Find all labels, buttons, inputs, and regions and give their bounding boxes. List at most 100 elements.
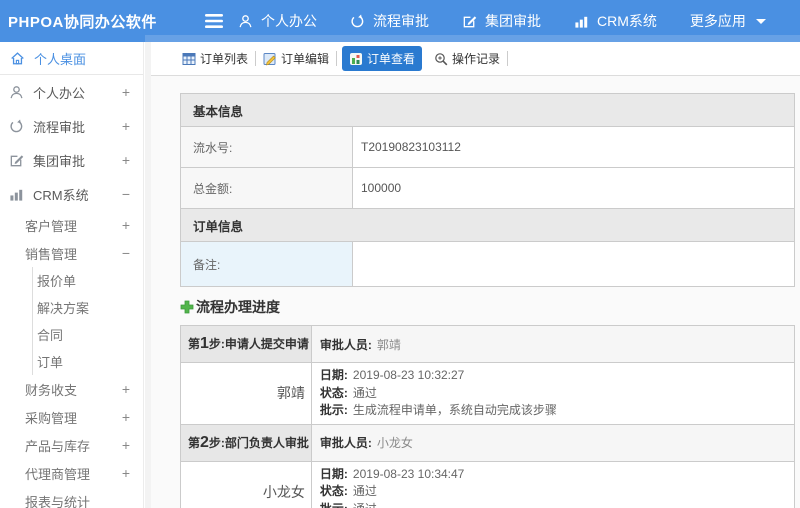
sidebar-item-purchase[interactable]: 采购管理 + bbox=[0, 403, 143, 431]
sidebar-item-customer-mgmt[interactable]: 客户管理 + bbox=[0, 211, 143, 239]
comment-value: 生成流程申请单，系统自动完成该步骤 bbox=[352, 403, 557, 417]
date-line: 日期: 2019-08-23 10:32:27 bbox=[320, 367, 786, 385]
table-row: 总金额: 100000 bbox=[180, 167, 795, 209]
nav-personal-office[interactable]: 个人办公 bbox=[238, 11, 317, 31]
comment-value: 通过 bbox=[353, 502, 377, 508]
tab-label: 操作记录 bbox=[452, 52, 501, 66]
status-label: 状态: bbox=[319, 484, 348, 498]
sidebar-item-order[interactable]: 订单 bbox=[33, 348, 143, 375]
sidebar-item-label: 流程审批 bbox=[33, 119, 86, 135]
sidebar: 个人桌面 个人办公 + 流程审批 + 集团审批 + CRM系统 − 客户管理 +… bbox=[0, 42, 144, 508]
top-bar: PHPOA协同办公软件 个人办公 流程审批 集团审批 CRM系统 更多应用 bbox=[0, 0, 800, 42]
sidebar-item-quotation[interactable]: 报价单 bbox=[33, 267, 143, 294]
nav-label: 更多应用 bbox=[689, 13, 746, 29]
comment-line: 批示: 通过 bbox=[320, 501, 786, 508]
sidebar-item-solution[interactable]: 解决方案 bbox=[33, 294, 143, 321]
total-amount-value: 100000 bbox=[352, 167, 795, 209]
expand-plus-icon[interactable]: + bbox=[122, 118, 130, 134]
sidebar-item-agent-mgmt[interactable]: 代理商管理 + bbox=[0, 459, 143, 487]
green-plus-icon bbox=[180, 300, 194, 314]
sidebar-item-workflow-approval[interactable]: 流程审批 + bbox=[0, 109, 143, 143]
expand-plus-icon[interactable]: + bbox=[122, 409, 130, 425]
step-1-title: 第1步:申请人提交申请 bbox=[180, 325, 312, 363]
magnifier-plus-icon bbox=[434, 52, 448, 66]
expand-plus-icon[interactable]: + bbox=[122, 84, 130, 100]
collapse-minus-icon[interactable]: − bbox=[122, 245, 130, 261]
nav-label: 个人办公 bbox=[261, 13, 317, 29]
status-value: 通过 bbox=[352, 385, 377, 400]
date-value: 2019-08-23 10:34:47 bbox=[352, 466, 465, 481]
sidebar-item-label: 个人桌面 bbox=[34, 51, 87, 67]
section-header-order-info: 订单信息 bbox=[180, 208, 795, 242]
tab-operation-log[interactable]: 操作记录 bbox=[427, 46, 507, 71]
comment-line: 批示: 生成流程申请单，系统自动完成该步骤 bbox=[320, 402, 786, 420]
main-area: 订单列表 订单编辑 订单查看 操作记录 基本信息 流水号: T201908231… bbox=[151, 42, 800, 508]
bar-chart-icon bbox=[574, 14, 589, 29]
expand-plus-icon[interactable]: + bbox=[122, 152, 130, 168]
tab-separator bbox=[507, 51, 509, 66]
sidebar-item-contract[interactable]: 合同 bbox=[33, 321, 143, 348]
nav-more-apps[interactable]: 更多应用 bbox=[690, 11, 766, 31]
edit-icon bbox=[9, 153, 24, 168]
sidebar-item-label: 代理商管理 bbox=[25, 466, 91, 482]
person-icon bbox=[238, 14, 253, 29]
sidebar-item-label: 财务收支 bbox=[25, 382, 78, 398]
expand-plus-icon[interactable]: + bbox=[122, 217, 130, 233]
sidebar-item-personal-office[interactable]: 个人办公 + bbox=[0, 75, 143, 109]
workflow-progress-table: 第1步:申请人提交申请 审批人员: 郭靖 郭靖 日期: 2019-08-23 10:… bbox=[180, 325, 796, 508]
date-label: 日期: bbox=[319, 466, 348, 481]
sidebar-item-group-approval[interactable]: 集团审批 + bbox=[0, 143, 143, 177]
step-1-approver-cell: 审批人员: 郭靖 bbox=[310, 325, 796, 363]
table-list-icon bbox=[182, 52, 196, 66]
sidebar-item-label: 采购管理 bbox=[25, 410, 78, 426]
nav-label: 流程审批 bbox=[373, 13, 429, 29]
date-label: 日期: bbox=[319, 368, 348, 382]
sidebar-item-sales-mgmt[interactable]: 销售管理 − bbox=[0, 239, 143, 267]
sidebar-item-desktop[interactable]: 个人桌面 bbox=[0, 42, 143, 75]
sidebar-item-label: 订单 bbox=[37, 355, 64, 370]
nav-workflow-approval[interactable]: 流程审批 bbox=[350, 11, 429, 31]
workflow-progress-title: 流程办理进度 bbox=[180, 297, 800, 317]
expand-plus-icon[interactable]: + bbox=[122, 437, 130, 453]
tab-order-list[interactable]: 订单列表 bbox=[175, 46, 255, 71]
workflow-progress-label: 流程办理进度 bbox=[196, 299, 280, 315]
nav-group-approval[interactable]: 集团审批 bbox=[462, 11, 541, 31]
expand-plus-icon[interactable]: + bbox=[122, 465, 130, 481]
sidebar-item-reports[interactable]: 报表与统计 bbox=[0, 487, 143, 508]
top-nav: 个人办公 流程审批 集团审批 CRM系统 更多应用 bbox=[238, 11, 799, 31]
step-header-row: 第2步:部门负责人审批 审批人员: 小龙女 bbox=[180, 423, 796, 462]
tab-label: 订单编辑 bbox=[281, 52, 330, 66]
collapse-minus-icon[interactable]: − bbox=[122, 186, 130, 202]
status-value: 通过 bbox=[352, 484, 377, 498]
tab-order-view[interactable]: 订单查看 bbox=[342, 46, 423, 71]
view-chart-icon bbox=[349, 52, 363, 66]
step-2-handler-name: 小龙女 bbox=[180, 460, 312, 508]
expand-plus-icon[interactable]: + bbox=[122, 381, 130, 397]
tab-bar: 订单列表 订单编辑 订单查看 操作记录 bbox=[151, 42, 800, 76]
nav-crm-system[interactable]: CRM系统 bbox=[574, 11, 657, 31]
sidebar-item-product-stock[interactable]: 产品与库存 + bbox=[0, 431, 143, 459]
page-edit-icon bbox=[263, 52, 277, 66]
table-row: 流水号: T20190823103112 bbox=[180, 126, 795, 168]
sidebar-item-label: 解决方案 bbox=[37, 301, 90, 316]
hamburger-menu-icon[interactable] bbox=[204, 14, 224, 28]
sidebar-item-crm-system[interactable]: CRM系统 − bbox=[0, 177, 143, 211]
approver-label: 审批人员: bbox=[319, 436, 372, 450]
sidebar-item-finance[interactable]: 财务收支 + bbox=[0, 375, 143, 403]
person-icon bbox=[9, 85, 24, 100]
tab-separator bbox=[336, 51, 338, 66]
home-icon bbox=[10, 51, 25, 66]
sidebar-item-label: 产品与库存 bbox=[25, 438, 91, 454]
tab-order-edit[interactable]: 订单编辑 bbox=[256, 46, 336, 71]
total-amount-label: 总金额: bbox=[180, 167, 353, 209]
order-info-table: 基本信息 流水号: T20190823103112 总金额: 100000 订单… bbox=[180, 93, 795, 287]
nav-label: 集团审批 bbox=[485, 13, 541, 29]
sidebar-item-label: 集团审批 bbox=[33, 153, 86, 169]
sidebar-item-label: 客户管理 bbox=[25, 218, 78, 234]
edit-icon bbox=[462, 14, 477, 29]
status-label: 状态: bbox=[319, 385, 348, 400]
comment-label: 批示: bbox=[320, 502, 348, 508]
sidebar-item-label: 合同 bbox=[37, 328, 64, 343]
tab-label: 订单列表 bbox=[200, 52, 249, 66]
step-1-handler-name: 郭靖 bbox=[180, 362, 312, 425]
